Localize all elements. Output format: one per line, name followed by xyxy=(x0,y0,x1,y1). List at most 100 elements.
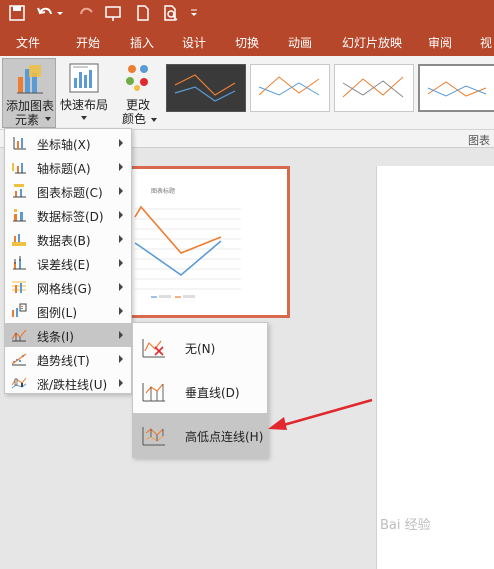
tab-animations[interactable]: 动画 xyxy=(288,34,312,51)
axes-icon xyxy=(13,137,26,150)
submenu-item-label: 高低点连线(H) xyxy=(185,430,264,444)
dropdown-arrow-icon xyxy=(151,118,157,122)
customize-toolbar-icon[interactable] xyxy=(190,4,198,22)
quick-layout-icon xyxy=(69,63,99,93)
chart-styles-group-label: 图表 xyxy=(468,134,490,147)
axis-titles-icon xyxy=(12,163,26,174)
menu-item-label: 图例(L) xyxy=(37,306,78,320)
undo-dropdown-icon[interactable] xyxy=(56,4,64,22)
add-chart-element-label-2: 元素 xyxy=(14,113,39,127)
submenu-item-none[interactable]: 无(N) xyxy=(133,325,267,369)
menu-item-data-table[interactable]: 数据表(B) xyxy=(5,227,131,251)
menu-item-label: 趋势线(T) xyxy=(37,354,90,368)
chart-style-preview xyxy=(342,76,404,98)
quick-layout-button[interactable]: 快速布局 xyxy=(58,58,110,128)
chart-style-preview xyxy=(427,81,487,97)
legend-icon xyxy=(12,303,27,317)
chart-style-2[interactable] xyxy=(250,64,330,112)
quick-layout-label: 快速布局 xyxy=(59,98,108,112)
change-colors-label-1: 更改 xyxy=(125,98,150,112)
menu-item-lines[interactable]: 线条(I) xyxy=(5,323,131,347)
menu-item-label: 数据表(B) xyxy=(37,234,91,248)
menu-item-up-down-bars[interactable]: 涨/跌柱线(U) xyxy=(5,371,131,395)
data-labels-icon xyxy=(13,209,26,222)
chart-style-preview xyxy=(174,74,236,102)
submenu-arrow-icon xyxy=(119,355,123,363)
chart-style-3[interactable] xyxy=(334,64,414,112)
submenu-item-high-low-lines[interactable]: 高低点连线(H) xyxy=(133,413,267,457)
menu-item-label: 轴标题(A) xyxy=(37,162,91,176)
menu-item-axes[interactable]: 坐标轴(X) xyxy=(5,131,131,155)
submenu-arrow-icon xyxy=(119,211,123,219)
ribbon-tabs: 文件 开始 插入 设计 切换 动画 幻灯片放映 审阅 视 xyxy=(0,28,494,56)
redo-icon[interactable] xyxy=(78,4,96,22)
chart-style-4[interactable] xyxy=(418,64,494,112)
tab-transitions[interactable]: 切换 xyxy=(235,34,259,51)
submenu-arrow-icon xyxy=(119,259,123,267)
tab-home[interactable]: 开始 xyxy=(76,34,100,51)
chart-style-preview xyxy=(258,76,320,96)
menu-item-label: 涨/跌柱线(U) xyxy=(37,378,108,392)
menu-item-axis-titles[interactable]: 轴标题(A) xyxy=(5,155,131,179)
gridlines-icon xyxy=(12,281,26,293)
chart-styles-gallery xyxy=(160,64,494,112)
tab-review[interactable]: 审阅 xyxy=(428,34,452,51)
trendline-icon xyxy=(11,353,27,366)
chart-title-icon xyxy=(13,184,26,198)
chart-style-1[interactable] xyxy=(166,64,246,112)
ribbon-body: 添加图表 元素 快速布局 更改 颜色 xyxy=(0,56,494,130)
add-chart-element-button[interactable]: 添加图表 元素 xyxy=(2,58,56,128)
tab-file[interactable]: 文件 xyxy=(16,34,40,51)
new-file-icon[interactable] xyxy=(134,4,152,22)
dropdown-arrow-icon xyxy=(81,116,87,120)
change-colors-label-2: 颜色 xyxy=(121,112,146,126)
annotation-arrow-icon xyxy=(268,398,373,430)
watermark: Bai 经验 xyxy=(380,518,431,533)
main-slide-canvas[interactable] xyxy=(376,166,494,569)
submenu-arrow-icon xyxy=(119,163,123,171)
slide-thumbnail[interactable]: 图表标题 xyxy=(128,166,290,318)
tab-slideshow[interactable]: 幻灯片放映 xyxy=(342,34,402,51)
menu-item-error-bars[interactable]: 误差线(E) xyxy=(5,251,131,275)
menu-item-data-labels[interactable]: 数据标签(D) xyxy=(5,203,131,227)
drop-lines-icon xyxy=(142,383,165,402)
submenu-item-drop-lines[interactable]: 垂直线(D) xyxy=(133,369,267,413)
save-icon[interactable] xyxy=(8,4,26,22)
undo-icon[interactable] xyxy=(36,4,54,22)
high-low-lines-icon xyxy=(142,427,165,446)
quick-access-toolbar xyxy=(0,0,494,28)
data-table-icon xyxy=(12,234,26,246)
submenu-arrow-icon xyxy=(119,187,123,195)
menu-item-label: 数据标签(D) xyxy=(37,210,104,224)
menu-item-label: 网格线(G) xyxy=(37,282,92,296)
submenu-arrow-icon xyxy=(119,139,123,147)
menu-item-label: 坐标轴(X) xyxy=(37,138,91,152)
menu-item-label: 线条(I) xyxy=(37,330,74,344)
submenu-item-label: 无(N) xyxy=(185,342,216,356)
menu-item-label: 误差线(E) xyxy=(37,258,90,272)
lines-submenu: 无(N) 垂直线(D) 高低点连线(H) xyxy=(132,322,268,458)
menu-item-chart-title[interactable]: 图表标题(C) xyxy=(5,179,131,203)
slide-chart-orange-series xyxy=(134,205,222,254)
dropdown-arrow-icon xyxy=(45,117,51,121)
submenu-arrow-icon xyxy=(119,307,123,315)
tab-insert[interactable]: 插入 xyxy=(130,34,154,51)
present-from-start-icon[interactable] xyxy=(104,4,122,22)
no-lines-icon xyxy=(142,339,165,358)
up-down-bars-icon xyxy=(11,377,27,389)
slide-chart-blue-series xyxy=(134,240,222,277)
menu-item-legend[interactable]: 图例(L) xyxy=(5,299,131,323)
submenu-arrow-icon xyxy=(119,283,123,291)
tab-view[interactable]: 视 xyxy=(480,34,492,51)
palette-icon xyxy=(126,65,148,91)
tab-design[interactable]: 设计 xyxy=(182,34,206,51)
slide-line-chart: 图表标题 xyxy=(134,187,241,298)
menu-item-trendline[interactable]: 趋势线(T) xyxy=(5,347,131,371)
menu-item-label: 图表标题(C) xyxy=(37,186,103,200)
print-preview-icon[interactable] xyxy=(162,4,180,22)
submenu-item-label: 垂直线(D) xyxy=(185,386,240,400)
menu-item-gridlines[interactable]: 网格线(G) xyxy=(5,275,131,299)
add-chart-element-label-1: 添加图表 xyxy=(5,99,54,113)
change-colors-button[interactable]: 更改 颜色 xyxy=(118,58,158,128)
lines-icon xyxy=(11,329,27,342)
